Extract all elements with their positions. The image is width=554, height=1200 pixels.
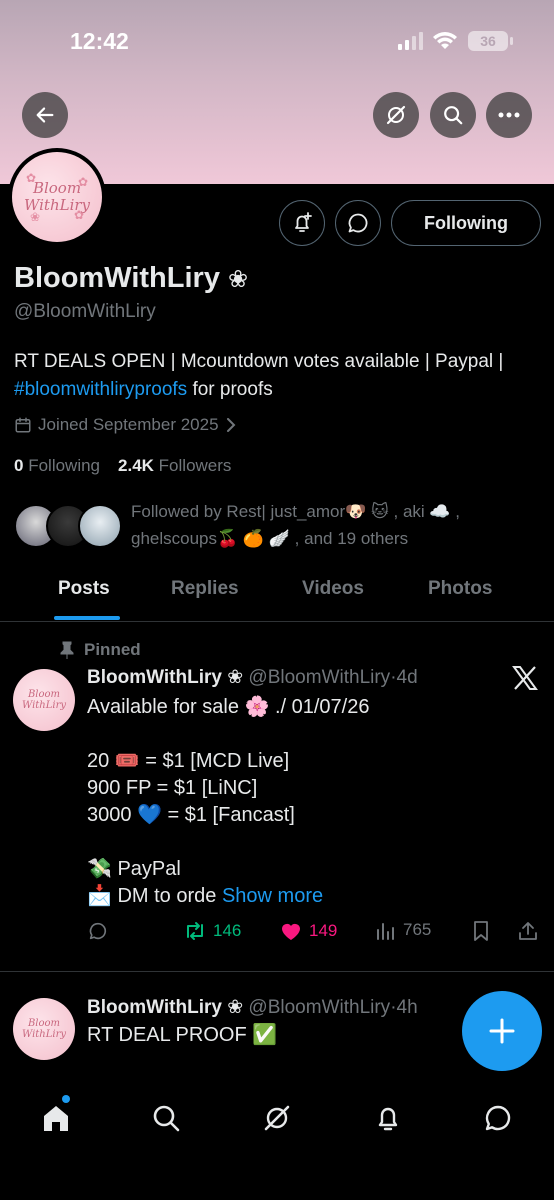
plus-icon [489, 1018, 515, 1044]
tab-posts[interactable]: Posts [58, 578, 110, 600]
nav-grok[interactable] [257, 1098, 297, 1138]
joined-text: Joined September 2025 [38, 415, 219, 434]
chat-bubble-icon [348, 213, 368, 233]
pinned-label: Pinned [60, 640, 141, 660]
share-icon [519, 922, 537, 940]
post-author-name[interactable]: BloomWithLiry ❀ [87, 997, 243, 1018]
bottom-navigation [0, 1080, 554, 1200]
profile-name: BloomWithLiry ❀ [14, 262, 248, 295]
post-time: ·4h [390, 997, 418, 1018]
post-author-handle: @BloomWithLiry [248, 667, 391, 688]
mutual-followers-avatars[interactable] [14, 504, 124, 550]
retweet-button[interactable]: 146 [183, 920, 241, 942]
bookmark-icon [474, 921, 488, 941]
pinned-text: Pinned [84, 640, 141, 659]
wifi-icon [432, 29, 458, 56]
following-stat[interactable]: 0 Following [14, 456, 100, 475]
avatar-logo: ✿ ✿ ❀ ✿ Bloom WithLiry [12, 152, 102, 242]
post-actions: 146 149 765 [87, 920, 542, 948]
nav-messages[interactable] [478, 1098, 518, 1138]
follow-counts: 0 Following 2.4K Followers [14, 456, 231, 476]
bio-hashtag-link[interactable]: #bloomwithliryproofs [14, 379, 187, 400]
post-text: RT DEAL PROOF ✅ [87, 1024, 278, 1046]
avatar-text-1: Bloom [27, 1018, 61, 1029]
reply-button[interactable] [87, 920, 109, 942]
joined-date[interactable]: Joined September 2025 [14, 415, 237, 435]
message-icon [485, 1105, 511, 1131]
post-author-name[interactable]: BloomWithLiry ❀ [87, 667, 243, 688]
message-button[interactable] [335, 200, 381, 246]
post-time: ·4d [390, 667, 418, 688]
arrow-left-icon [36, 107, 54, 123]
tab-photos[interactable]: Photos [428, 578, 492, 600]
notifications-subscribe-button[interactable] [279, 200, 325, 246]
back-button[interactable] [22, 92, 68, 138]
nav-search[interactable] [146, 1098, 186, 1138]
views-button[interactable]: 765 [375, 920, 431, 940]
name-flower-symbol: ❀ [228, 266, 249, 293]
post-text: Available for sale 🌸 ./ 01/07/26 20 🎟️ =… [87, 696, 370, 907]
followed-by-text[interactable]: Followed by Rest| just_amor🐶 🐱 , aki ☁️ … [131, 498, 541, 552]
search-button[interactable] [430, 92, 476, 138]
grok-icon [264, 1105, 290, 1131]
avatar-text-2: WithLiry [21, 700, 67, 711]
active-tab-indicator [54, 616, 120, 620]
x-logo-icon [512, 666, 538, 695]
home-icon [44, 1106, 68, 1131]
pin-icon [60, 641, 74, 659]
post-author-handle: @BloomWithLiry [248, 997, 391, 1018]
more-dots-icon [498, 112, 520, 118]
show-more-link[interactable]: Show more [222, 885, 323, 907]
nav-notifications[interactable] [368, 1098, 408, 1138]
battery-indicator: 36 [468, 31, 513, 51]
home-unread-dot [62, 1095, 70, 1103]
status-time: 12:42 [70, 28, 129, 54]
bell-icon [378, 1107, 398, 1131]
chevron-right-icon [226, 418, 235, 432]
bio-suffix: for proofs [187, 379, 273, 400]
bookmark-button[interactable] [471, 920, 491, 942]
like-count: 149 [309, 921, 338, 940]
followers-stat[interactable]: 2.4K Followers [118, 456, 231, 475]
avatar-text-1: Bloom [27, 689, 61, 700]
reply-icon [89, 922, 107, 940]
status-bar: 12:42 36 [0, 0, 554, 80]
heart-icon [282, 923, 300, 940]
post-header: BloomWithLiry ❀ @BloomWithLiry·4d [87, 666, 418, 689]
retweet-icon [187, 922, 203, 940]
signal-icon [398, 32, 424, 55]
post-divider [0, 971, 554, 972]
avatar-text-1: Bloom [32, 179, 82, 197]
retweet-count: 146 [213, 921, 242, 940]
post-avatar[interactable]: Bloom WithLiry [13, 998, 75, 1060]
profile-name-text: BloomWithLiry [14, 262, 220, 294]
grok-icon [386, 105, 406, 125]
tab-replies[interactable]: Replies [171, 578, 239, 600]
grok-button[interactable] [373, 92, 419, 138]
following-button[interactable]: Following [391, 200, 541, 246]
share-button[interactable] [517, 920, 539, 942]
avatar-text-2: WithLiry [21, 1029, 67, 1040]
post-avatar[interactable]: Bloom WithLiry [13, 669, 75, 731]
post-body: RT DEAL PROOF ✅ [87, 1022, 277, 1049]
more-options-button[interactable] [486, 92, 532, 138]
bio-text: RT DEALS OPEN | Mcountdown votes availab… [14, 351, 504, 372]
profile-handle: @BloomWithLiry [14, 301, 156, 322]
profile-tabs: Posts Replies Videos Photos [0, 568, 554, 622]
search-icon [153, 1105, 180, 1132]
calendar-icon [15, 417, 31, 433]
profile-bio: RT DEALS OPEN | Mcountdown votes availab… [14, 348, 544, 404]
post-body: Available for sale 🌸 ./ 01/07/26 20 🎟️ =… [87, 694, 369, 910]
bell-plus-icon [295, 212, 312, 232]
nav-home[interactable] [36, 1098, 76, 1138]
views-chart-icon [377, 923, 394, 940]
tab-videos[interactable]: Videos [302, 578, 364, 600]
views-count: 765 [403, 920, 432, 939]
post-header: BloomWithLiry ❀ @BloomWithLiry·4h [87, 996, 418, 1019]
profile-avatar[interactable]: ✿ ✿ ❀ ✿ Bloom WithLiry [8, 148, 106, 246]
search-icon [444, 106, 463, 125]
like-button[interactable]: 149 [279, 920, 337, 942]
follower-avatar [78, 504, 122, 548]
compose-post-button[interactable] [462, 991, 542, 1071]
